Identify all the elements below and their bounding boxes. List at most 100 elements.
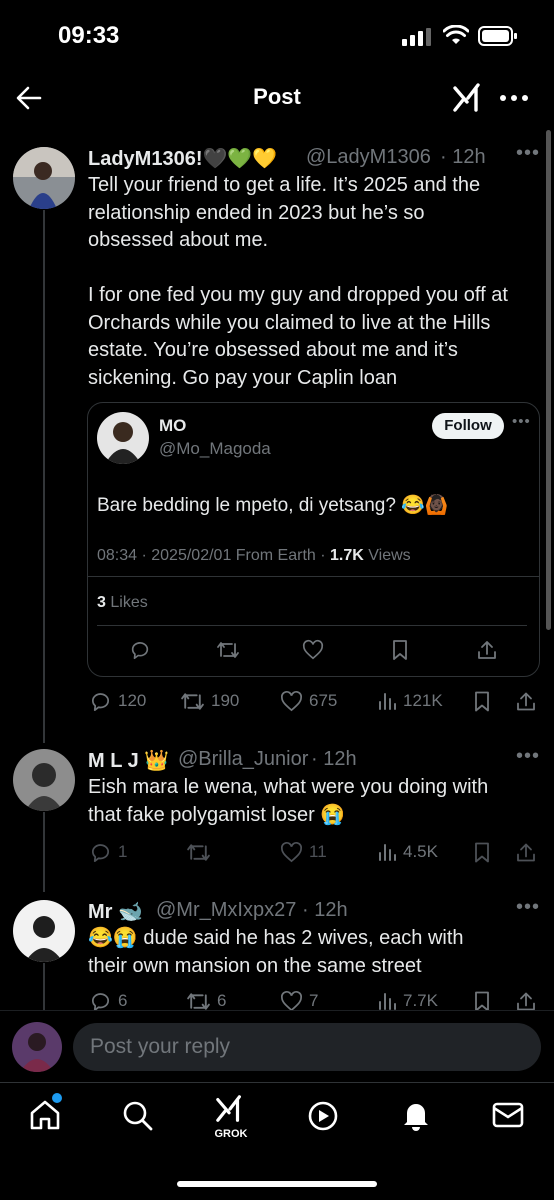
divider	[88, 576, 539, 577]
reply-body: 😂😭 dude said he has 2 wives, each with t…	[88, 925, 538, 980]
quoted-views-label: Views	[368, 547, 411, 564]
reply-count: 6	[118, 991, 128, 1010]
like-count: 11	[309, 842, 327, 861]
views-button[interactable]: 121K	[377, 691, 443, 711]
reply-button[interactable]: 120	[89, 690, 146, 713]
quoted-meta: 08:34 · 2025/02/01 From Earth · 1.7K Vie…	[97, 547, 411, 565]
views-count: 4.5K	[403, 842, 438, 861]
avatar[interactable]	[13, 900, 75, 962]
views-icon	[379, 844, 396, 861]
reply-body: Eish mara le wena, what were you doing w…	[88, 774, 538, 829]
post-more-icon[interactable]: •••	[516, 142, 540, 165]
reply-body-line: their own mansion on the same street	[88, 954, 422, 977]
bookmark-icon	[475, 842, 489, 862]
repost-count: 6	[217, 991, 227, 1010]
bookmark-icon	[475, 691, 489, 711]
like-button[interactable]: 675	[280, 690, 337, 713]
views-icon	[379, 993, 396, 1010]
follow-button[interactable]: Follow	[432, 413, 504, 439]
repost-count: 190	[211, 691, 240, 710]
my-avatar[interactable]	[12, 1022, 62, 1072]
cellular-signal-icon	[402, 28, 432, 46]
post-time: · 12h	[440, 146, 486, 168]
post-time: · 12h	[302, 899, 348, 921]
thread-line	[43, 210, 45, 743]
bookmark-button[interactable]	[472, 690, 492, 713]
share-icon	[517, 843, 535, 861]
quoted-repost-icon[interactable]	[216, 639, 240, 661]
author-name[interactable]: M L J 👑	[88, 748, 169, 773]
quoted-like-icon[interactable]	[302, 639, 324, 661]
quoted-avatar[interactable]	[97, 412, 149, 464]
status-time: 09:33	[58, 22, 120, 49]
more-options-icon[interactable]	[499, 88, 529, 108]
quoted-more-icon[interactable]: •••	[512, 413, 531, 430]
quoted-author-name[interactable]: MO	[159, 416, 186, 436]
quoted-likes[interactable]: 3 Likes	[97, 594, 148, 612]
like-button[interactable]: 11	[280, 841, 327, 864]
post-body-line: estate. You’re obsessed about me and it’…	[88, 339, 458, 361]
grok-icon[interactable]	[450, 80, 486, 116]
reply-actions: 1 11 4.5K	[0, 838, 554, 866]
share-button[interactable]	[515, 690, 537, 713]
quoted-reply-icon[interactable]	[129, 639, 151, 661]
grok-tab-icon[interactable]	[213, 1094, 247, 1124]
post-body: Tell your friend to get a life. It’s 202…	[88, 172, 538, 392]
repost-icon	[181, 692, 204, 710]
repost-button[interactable]: 190	[180, 690, 239, 713]
quoted-author-handle[interactable]: @Mo_Magoda	[159, 439, 271, 459]
notification-dot	[52, 1093, 62, 1103]
post-body-line: obsessed about me.	[88, 229, 269, 251]
bookmark-button[interactable]	[472, 841, 492, 864]
views-button[interactable]: 4.5K	[377, 842, 438, 862]
repost-icon	[187, 843, 210, 861]
quoted-bookmark-icon[interactable]	[390, 639, 410, 661]
battery-icon	[478, 26, 518, 46]
author-handle[interactable]: @LadyM1306	[306, 146, 431, 169]
post-time: · 12h	[311, 748, 357, 770]
wifi-icon	[443, 25, 469, 45]
home-indicator	[177, 1181, 377, 1187]
bell-icon[interactable]	[399, 1098, 433, 1132]
like-count: 7	[309, 991, 319, 1010]
reply-body-line: 😂😭 dude said he has 2 wives, each with	[88, 927, 464, 949]
home-icon[interactable]	[28, 1098, 62, 1132]
play-icon[interactable]	[306, 1099, 340, 1133]
reply-body-line: Eish mara le wena, what were you doing w…	[88, 776, 489, 798]
heart-icon	[281, 690, 302, 711]
share-button[interactable]	[515, 841, 537, 864]
reply-button[interactable]: 1	[89, 841, 127, 864]
search-icon[interactable]	[121, 1099, 155, 1133]
quoted-body: Bare bedding le mpeto, di yetsang? 😂🙆🏿	[97, 495, 449, 516]
scrollbar[interactable]	[546, 130, 551, 630]
views-button[interactable]: 7.7K	[377, 991, 438, 1011]
quoted-views-count: 1.7K	[330, 547, 364, 564]
quoted-meta-time: 08:34 · 2025/02/01 From Earth ·	[97, 547, 326, 564]
grok-tab-label[interactable]: GROK	[210, 1128, 252, 1140]
author-handle[interactable]: @Mr_MxIxpx27	[156, 899, 296, 922]
post-actions: 120 190 675 121K	[0, 687, 554, 715]
heart-icon	[281, 841, 302, 862]
avatar[interactable]	[13, 147, 75, 209]
repost-button[interactable]	[186, 841, 211, 864]
views-icon	[379, 693, 396, 710]
author-name[interactable]: Mr 🐋	[88, 899, 143, 924]
mail-icon[interactable]	[491, 1100, 525, 1130]
reply-input[interactable]: Post your reply	[73, 1023, 541, 1071]
post-body-line: relationship ended in 2023 but he’s so	[88, 201, 425, 224]
reply-icon	[91, 843, 109, 862]
quoted-likes-count: 3	[97, 594, 106, 611]
like-count: 675	[309, 691, 338, 710]
author-name[interactable]: LadyM1306!🖤💚💛	[88, 146, 277, 171]
post-more-icon[interactable]: •••	[516, 896, 540, 919]
divider	[97, 625, 527, 626]
post-more-icon[interactable]: •••	[516, 745, 540, 768]
author-handle[interactable]: @Brilla_Junior	[178, 748, 308, 771]
avatar[interactable]	[13, 749, 75, 811]
quoted-share-icon[interactable]	[476, 639, 498, 661]
post-body-line: Orchards while you claimed to live at th…	[88, 311, 491, 334]
quoted-post-card[interactable]	[87, 402, 540, 677]
post-body-line: sickening. Go pay your Caplin loan	[88, 366, 398, 389]
views-count: 121K	[403, 691, 443, 710]
post-body-line: I for one fed you my guy and dropped you…	[88, 284, 508, 306]
